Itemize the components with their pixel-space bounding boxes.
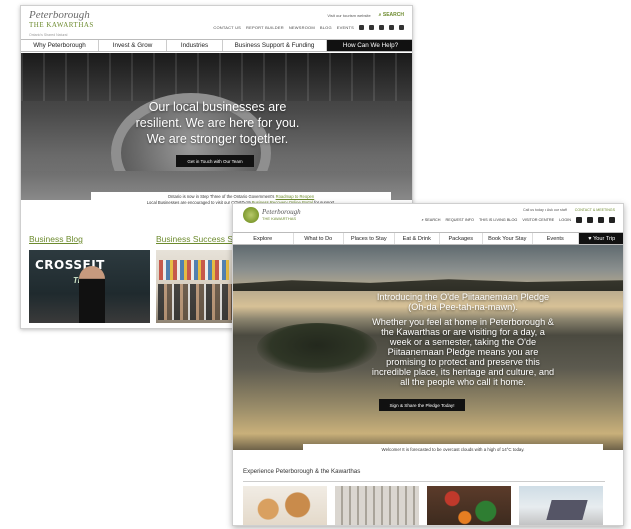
roadmap-link[interactable]: Roadmap to Reopen (276, 194, 315, 199)
search-label: SEARCH (382, 12, 404, 18)
nav-events[interactable]: Events (533, 233, 579, 244)
search-link[interactable]: ⌕ SEARCH (422, 218, 441, 222)
top-link-newsroom[interactable]: NEWSROOM (289, 25, 315, 30)
hero-body-line2: the Kawarthas or are visiting for a day,… (381, 327, 545, 337)
logo-tagline: Ontario's Shared Natural (29, 33, 68, 37)
nav-why-peterborough[interactable]: Why Peterborough (21, 40, 99, 51)
hero-body-line6: incredible place, its heritage and cultu… (371, 367, 555, 377)
hangar-ceiling (21, 53, 412, 101)
distant-shore-image (233, 279, 623, 291)
twitter-icon[interactable] (369, 25, 374, 30)
group-image (158, 284, 234, 320)
utility-bar: Visit our tourism website ⌕ SEARCH (327, 12, 404, 18)
divider (243, 481, 605, 482)
sign-pledge-button[interactable]: Sign & Share the Pledge Today! (379, 399, 465, 411)
facebook-icon[interactable] (379, 25, 384, 30)
nav-packages[interactable]: Packages (440, 233, 483, 244)
notice-line1: Ontario is now in Step Three of the Onta… (167, 194, 276, 199)
site-logo[interactable]: Peterborough THE KAWARTHAS (243, 207, 301, 223)
hero-line1: Our local businesses are (148, 100, 287, 114)
hero-body-line4: Piitaanemaan Pledge means you are (387, 347, 539, 357)
top-link-blog[interactable]: BLOG (320, 25, 332, 30)
hero-title-line1: Introducing the O'de Piitaanemaan Pledge (376, 292, 550, 302)
blog-image[interactable]: CROSSFIT Tribe (29, 250, 150, 323)
nav-business-support[interactable]: Business Support & Funding (223, 40, 327, 51)
nav-how-can-we-help[interactable]: How Can We Help? (327, 40, 412, 51)
nav-places-to-stay[interactable]: Places to Stay (344, 233, 395, 244)
hero-line3: We are stronger together. (146, 132, 289, 146)
request-info-link[interactable]: REQUEST INFO (446, 218, 474, 222)
tripadvisor-icon[interactable] (609, 217, 615, 223)
logo-line2: THE KAWARTHAS (29, 21, 94, 29)
nav-invest-grow[interactable]: Invest & Grow (99, 40, 167, 51)
visitor-centre-link[interactable]: VISITOR CENTRE (522, 218, 554, 222)
top-links: CONTACT US REPORT BUILDER NEWSROOM BLOG … (213, 25, 404, 30)
tourism-site-window: Peterborough THE KAWARTHAS Call us today… (232, 203, 624, 526)
visit-tourism-link[interactable]: Visit our tourism website (327, 13, 370, 18)
instagram-icon[interactable] (587, 217, 593, 223)
twitter-icon[interactable] (598, 217, 604, 223)
hero-banner: Introducing the O'de Piitaanemaan Pledge… (233, 245, 623, 450)
stories-image[interactable] (156, 250, 236, 323)
facebook-icon[interactable] (576, 217, 582, 223)
experience-tile-shop[interactable] (335, 486, 419, 525)
nav-industries[interactable]: Industries (167, 40, 223, 51)
linkedin-icon[interactable] (359, 25, 364, 30)
experience-heading: Experience Peterborough & the Kawarthas (243, 468, 361, 475)
contact-meetings-link[interactable]: CONTACT & MEETINGS (575, 208, 615, 212)
instagram-icon[interactable] (389, 25, 394, 30)
hero-body-line7: all the people who call it home. (400, 377, 526, 387)
top-link-contact[interactable]: CONTACT US (213, 25, 241, 30)
top-link-events[interactable]: EVENTS (337, 25, 354, 30)
nav-book-your-stay[interactable]: Book Your Stay (483, 233, 533, 244)
flags-image (159, 260, 229, 280)
experience-tile-work[interactable] (519, 486, 603, 525)
main-nav: Why Peterborough Invest & Grow Industrie… (21, 39, 412, 52)
logo-line2: THE KAWARTHAS (262, 216, 297, 221)
search-label: SEARCH (424, 218, 441, 222)
experience-tile-produce[interactable] (427, 486, 511, 525)
get-in-touch-button[interactable]: Get in Touch with Our Team (176, 155, 254, 167)
hero-body-line1: Whether you feel at home in Peterborough… (372, 317, 554, 327)
person-image (79, 266, 105, 323)
hero-banner: Our local businesses are resilient. We a… (21, 53, 412, 200)
hero-body-line3: week or a semester, taking the O'de (389, 337, 537, 347)
nav-eat-drink[interactable]: Eat & Drink (395, 233, 440, 244)
logo-line1: Peterborough (29, 9, 90, 21)
business-stories-heading[interactable]: Business Success Sto (156, 234, 240, 244)
login-link[interactable]: LOGIN (559, 218, 571, 222)
hero-body-line5: promising to protect and preserve this (386, 357, 540, 367)
weather-banner: Welcome! It is forecasted to be overcast… (303, 444, 603, 455)
search-button[interactable]: ⌕ SEARCH (379, 12, 404, 18)
hero-title-line2: (Oh-da Pee-tah-na-mawn). (408, 302, 518, 312)
call-us-text: Call us today • Ask our staff (523, 208, 567, 212)
top-links: ⌕ SEARCH REQUEST INFO THIS IS LIVING BLO… (422, 217, 615, 223)
main-nav: Explore What to Do Places to Stay Eat & … (233, 232, 623, 245)
site-logo[interactable]: Peterborough THE KAWARTHAS Ontario's Sha… (29, 9, 94, 38)
utility-bar: Call us today • Ask our staff CONTACT & … (523, 208, 615, 212)
business-blog-heading[interactable]: Business Blog (29, 234, 83, 244)
experience-tile-bakery[interactable] (243, 486, 327, 525)
youtube-icon[interactable] (399, 25, 404, 30)
logo-mark-icon (243, 207, 259, 223)
hero-line2: resilient. We are here for you. (135, 116, 300, 130)
nav-explore[interactable]: Explore (233, 233, 294, 244)
nav-what-to-do[interactable]: What to Do (294, 233, 344, 244)
top-link-report-builder[interactable]: REPORT BUILDER (246, 25, 284, 30)
living-blog-link[interactable]: THIS IS LIVING BLOG (479, 218, 517, 222)
logo-line1: Peterborough (262, 208, 301, 216)
nav-your-trip[interactable]: ♥ Your Trip (578, 233, 623, 244)
nav-your-trip-label: Your Trip (593, 235, 616, 242)
